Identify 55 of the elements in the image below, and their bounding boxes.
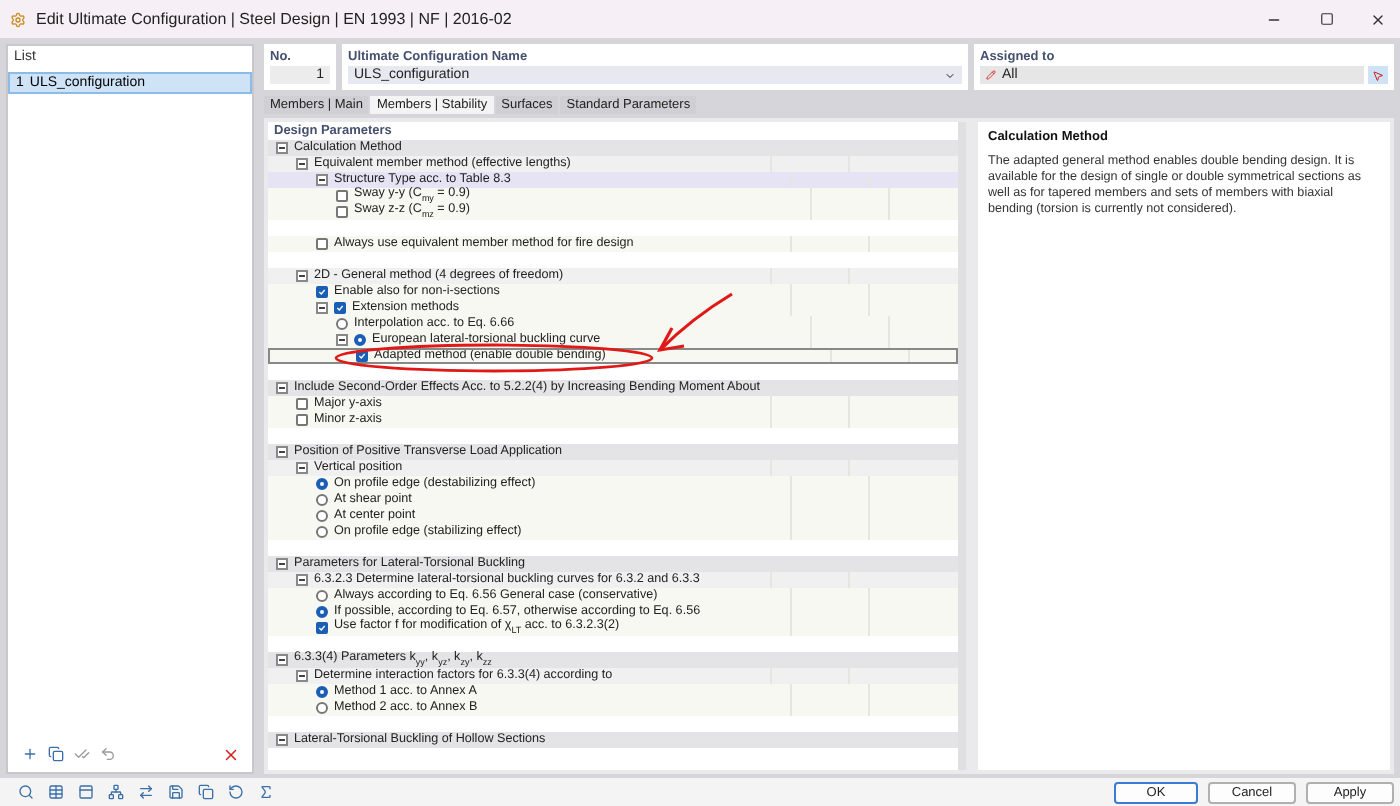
collapse-icon[interactable] (336, 334, 348, 346)
pencil-icon (986, 70, 996, 80)
search-icon[interactable] (16, 782, 36, 802)
collapse-icon[interactable] (276, 558, 288, 570)
arrows-icon[interactable] (136, 782, 156, 802)
collapse-icon[interactable] (296, 270, 308, 282)
window-title: Edit Ultimate Configuration | Steel Design | EN 1993 | NF | 2016-02 (36, 10, 514, 28)
radio-button[interactable] (316, 590, 328, 602)
undo-icon[interactable] (98, 744, 118, 764)
checkbox[interactable] (296, 398, 308, 410)
collapse-icon[interactable] (316, 302, 328, 314)
sigma-icon[interactable] (256, 782, 276, 802)
delete-icon[interactable] (220, 744, 240, 764)
plus-icon[interactable] (20, 744, 40, 764)
tree-icon[interactable] (106, 782, 126, 802)
copy-icon[interactable] (196, 782, 216, 802)
collapse-icon[interactable] (296, 158, 308, 170)
checkbox[interactable] (316, 286, 328, 298)
collapse-icon[interactable] (276, 734, 288, 746)
reset-icon[interactable] (226, 782, 246, 802)
checkbox[interactable] (316, 238, 328, 250)
pick-button[interactable] (1368, 66, 1388, 84)
radio-button[interactable] (354, 334, 366, 346)
radio-button[interactable] (316, 606, 328, 618)
checkbox[interactable] (336, 190, 348, 202)
gear-icon (8, 9, 28, 29)
close-icon (1370, 11, 1386, 27)
radio-button[interactable] (316, 478, 328, 490)
radio-button[interactable] (316, 702, 328, 714)
pointer-icon (1372, 69, 1384, 81)
maximize-icon (1319, 12, 1333, 26)
radio-button[interactable] (316, 686, 328, 698)
checkbox[interactable] (316, 622, 328, 634)
collapse-icon[interactable] (296, 574, 308, 586)
copy-icon[interactable] (46, 744, 66, 764)
checkbox[interactable] (334, 302, 346, 314)
collapse-icon[interactable] (276, 142, 288, 154)
checkbox[interactable] (336, 206, 348, 218)
checkbox[interactable] (296, 414, 308, 426)
annotation-arrow (657, 292, 733, 353)
collapse-icon[interactable] (296, 462, 308, 474)
collapse-icon[interactable] (296, 670, 308, 682)
radio-button[interactable] (316, 526, 328, 538)
collapse-icon[interactable] (276, 446, 288, 458)
radio-button[interactable] (336, 318, 348, 330)
collapse-icon[interactable] (276, 654, 288, 666)
table-icon[interactable] (46, 782, 66, 802)
chevron-down-icon (944, 69, 956, 81)
check-icon[interactable] (72, 744, 92, 764)
radio-button[interactable] (316, 510, 328, 522)
radio-button[interactable] (316, 494, 328, 506)
collapse-icon[interactable] (276, 382, 288, 394)
collapse-icon[interactable] (316, 174, 328, 186)
save-icon[interactable] (166, 782, 186, 802)
window-icon[interactable] (76, 782, 96, 802)
